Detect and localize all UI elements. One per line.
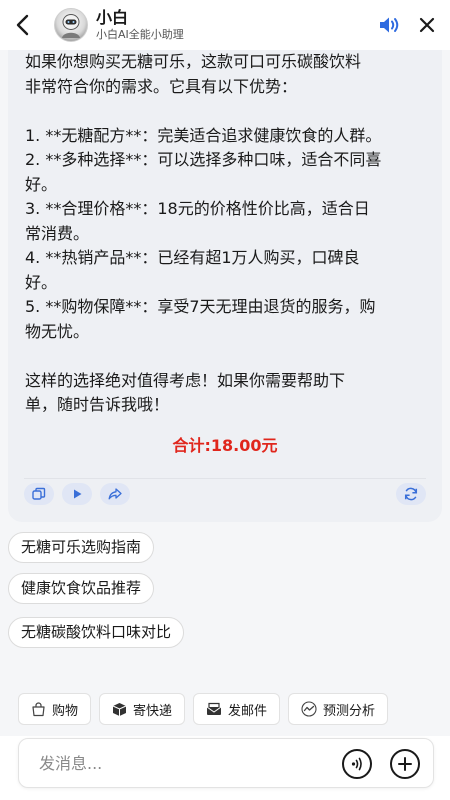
add-attachment-button[interactable] — [390, 749, 420, 779]
suggestion-chip[interactable]: 健康饮食饮品推荐 — [8, 573, 155, 604]
play-icon — [74, 489, 82, 499]
header-actions — [378, 15, 436, 35]
input-bar — [0, 736, 450, 800]
tool-label: 预测分析 — [323, 703, 376, 719]
copy-icon — [32, 487, 46, 500]
tool-label: 寄快递 — [133, 703, 173, 719]
avatar[interactable] — [54, 8, 88, 42]
assistant-name: 小白 — [96, 8, 129, 27]
speaker-icon — [380, 17, 399, 33]
tool-prediction-analysis[interactable]: 预测分析 — [288, 693, 389, 725]
chat-title-block: 小白 小白AI全能小助理 — [96, 8, 184, 42]
chat-header: 小白 小白AI全能小助理 — [0, 0, 450, 50]
assistant-subtitle: 小白AI全能小助理 — [96, 28, 184, 41]
share-icon — [108, 488, 122, 500]
analysis-icon — [301, 701, 317, 717]
suggestion-chip[interactable]: 无糖碳酸饮料口味对比 — [8, 617, 185, 648]
assistant-message-text: 如果你想购买无糖可乐，这款可口可乐碳酸饮料 非常符合你的需求。它具有以下优势： … — [25, 52, 382, 414]
voice-broadcast-button[interactable] — [378, 15, 402, 35]
mail-icon — [206, 702, 222, 715]
regenerate-button[interactable] — [396, 483, 426, 505]
back-button[interactable] — [0, 0, 44, 50]
tool-shopping[interactable]: 购物 — [18, 693, 92, 725]
chevron-left-icon — [16, 14, 29, 36]
message-input-box — [18, 738, 434, 788]
card-divider — [24, 478, 426, 479]
suggestion-chip[interactable]: 无糖可乐选购指南 — [8, 532, 155, 563]
voice-wave-icon — [351, 757, 362, 771]
tool-label: 购物 — [52, 703, 79, 719]
package-icon — [112, 702, 127, 716]
plus-icon — [398, 757, 412, 771]
shopping-bag-icon — [32, 701, 45, 716]
play-button[interactable] — [62, 483, 92, 505]
copy-button[interactable] — [24, 483, 54, 505]
quick-tools-bar: 购物 寄快递 发邮件 预测分析 — [18, 693, 389, 725]
refresh-icon — [404, 487, 418, 501]
robot-avatar-icon — [62, 14, 80, 38]
message-actions — [24, 483, 130, 505]
voice-input-button[interactable] — [342, 749, 372, 779]
tool-email[interactable]: 发邮件 — [193, 693, 281, 725]
close-button[interactable] — [418, 16, 436, 34]
tool-label: 发邮件 — [228, 703, 268, 719]
message-input[interactable] — [37, 739, 327, 787]
assistant-message-card: 如果你想购买无糖可乐，这款可口可乐碳酸饮料 非常符合你的需求。它具有以下优势： … — [8, 30, 442, 522]
close-icon — [419, 17, 435, 33]
tool-express[interactable]: 寄快递 — [99, 693, 186, 725]
order-total: 合计:18.00元 — [172, 436, 278, 455]
share-button[interactable] — [100, 483, 130, 505]
